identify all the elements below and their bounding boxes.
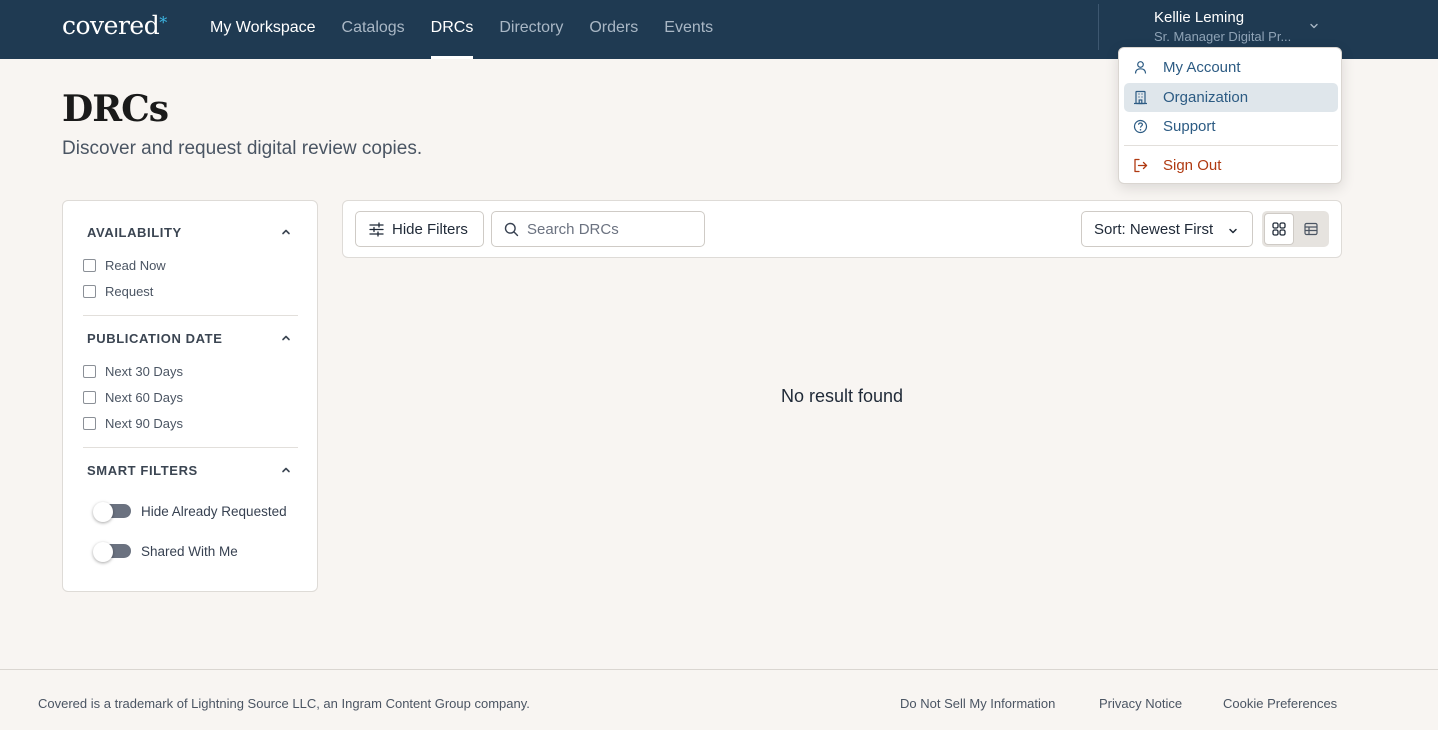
nav-item-orders[interactable]: Orders (589, 0, 638, 59)
hide-filters-button[interactable]: Hide Filters (355, 211, 484, 247)
chevron-up-icon[interactable] (281, 227, 291, 237)
nav-item-my-workspace[interactable]: My Workspace (210, 0, 316, 59)
chevron-up-icon[interactable] (281, 465, 291, 475)
checkbox[interactable] (83, 285, 96, 298)
sliders-icon (369, 221, 384, 237)
toggle-hide-already-requested[interactable]: Hide Already Requested (91, 501, 287, 522)
smart-filters-heading[interactable]: SMART FILTERS (87, 463, 198, 478)
page-title: DRCs (62, 88, 169, 130)
footer-copyright: Covered is a trademark of Lightning Sour… (38, 696, 530, 711)
search-box[interactable] (491, 211, 705, 247)
checkbox[interactable] (83, 417, 96, 430)
page-footer: Covered is a trademark of Lightning Sour… (0, 669, 1438, 730)
filter-option-next-90-days[interactable]: Next 90 Days (83, 416, 183, 431)
sign-out-icon (1134, 158, 1148, 173)
menu-item-sign-out[interactable]: Sign Out (1124, 151, 1338, 180)
sort-dropdown[interactable]: Sort: Newest First (1081, 211, 1253, 247)
grid-icon (1272, 222, 1286, 236)
filter-option-next-60-days[interactable]: Next 60 Days (83, 390, 183, 405)
menu-item-support[interactable]: Support (1124, 112, 1338, 141)
footer-link-cookie-preferences[interactable]: Cookie Preferences (1223, 696, 1337, 711)
checkbox[interactable] (83, 365, 96, 378)
publication-date-filter-heading[interactable]: PUBLICATION DATE (87, 331, 223, 346)
section-divider (83, 315, 298, 316)
page-subtitle: Discover and request digital review copi… (62, 138, 423, 159)
search-input[interactable] (527, 218, 697, 240)
filter-option-next-30-days[interactable]: Next 30 Days (83, 364, 183, 379)
chevron-down-icon[interactable] (1308, 20, 1320, 32)
grid-view-button[interactable] (1264, 213, 1294, 245)
building-icon (1134, 90, 1147, 105)
user-name[interactable]: Kellie Leming (1154, 9, 1244, 26)
checkbox[interactable] (83, 391, 96, 404)
filter-option-request[interactable]: Request (83, 284, 153, 299)
section-divider (83, 447, 298, 448)
nav-divider (1098, 4, 1099, 50)
user-role[interactable]: Sr. Manager Digital Pr... (1154, 29, 1291, 44)
table-view-button[interactable] (1296, 213, 1326, 245)
chevron-down-icon (1229, 228, 1237, 234)
user-dropdown-menu: My Account Organization Support Sign Out (1118, 47, 1342, 184)
nav-item-drcs[interactable]: DRCs (430, 0, 473, 59)
menu-item-organization[interactable]: Organization (1124, 83, 1338, 112)
help-circle-icon (1133, 119, 1148, 134)
logo-asterisk: * (159, 13, 167, 32)
nav-item-catalogs[interactable]: Catalogs (342, 0, 405, 59)
menu-divider (1124, 145, 1338, 146)
view-mode-toggle (1262, 211, 1329, 247)
user-icon (1134, 61, 1147, 74)
menu-item-my-account[interactable]: My Account (1124, 53, 1338, 82)
filter-sidebar: AVAILABILITY Read Now Request PUBLICATIO… (62, 200, 318, 592)
toggle-shared-with-me[interactable]: Shared With Me (91, 541, 238, 562)
filter-option-read-now[interactable]: Read Now (83, 258, 166, 273)
toggle-switch[interactable] (91, 541, 131, 562)
footer-link-privacy-notice[interactable]: Privacy Notice (1099, 696, 1182, 711)
toggle-switch[interactable] (91, 501, 131, 522)
availability-filter-heading[interactable]: AVAILABILITY (87, 225, 182, 240)
results-toolbar: Hide Filters Sort: Newest First (342, 200, 1342, 258)
nav-item-events[interactable]: Events (664, 0, 713, 59)
search-icon (504, 222, 519, 237)
table-icon (1304, 222, 1318, 236)
nav-item-directory[interactable]: Directory (499, 0, 563, 59)
footer-link-do-not-sell[interactable]: Do Not Sell My Information (900, 696, 1055, 711)
covered-logo[interactable]: covered* (62, 11, 167, 40)
empty-results-message: No result found (780, 386, 904, 406)
checkbox[interactable] (83, 259, 96, 272)
chevron-up-icon[interactable] (281, 333, 291, 343)
main-nav: My Workspace Catalogs DRCs Directory Ord… (210, 0, 739, 59)
